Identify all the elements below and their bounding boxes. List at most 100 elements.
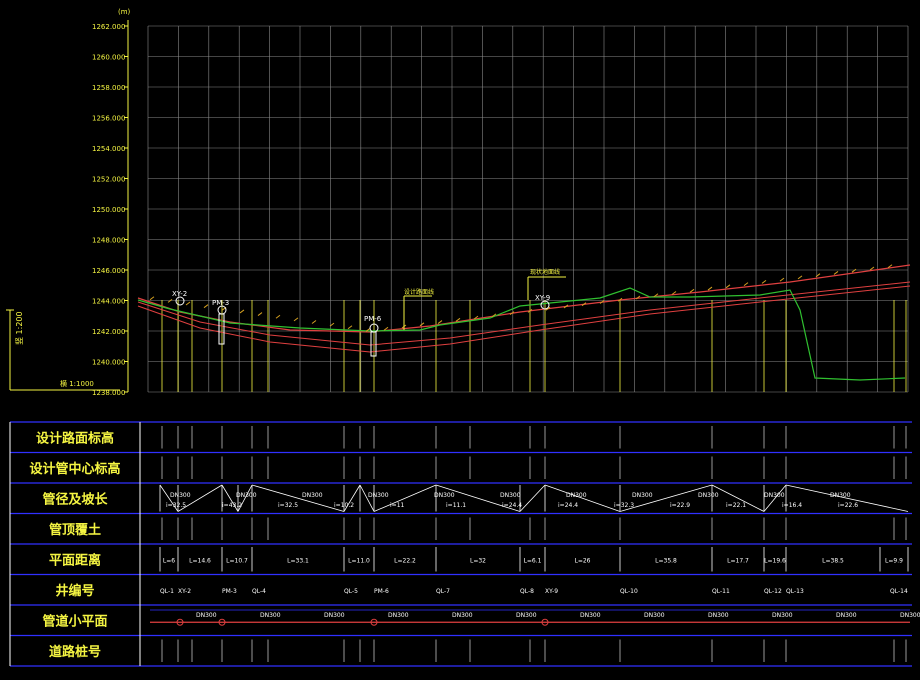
y-tick-label: 1248.000 (92, 237, 125, 245)
hatch-mark (689, 288, 695, 293)
slope-value: i=16.4 (782, 502, 802, 509)
slope-value: i=22.1 (726, 502, 746, 509)
hatch-mark (275, 314, 281, 319)
y-tick-label: 1246.000 (92, 267, 125, 275)
well-id: QL-14 (890, 588, 908, 595)
pipe-diameter: DN300 (500, 492, 521, 499)
hatch-mark (149, 296, 155, 301)
row-label: 道路桩号 (49, 644, 101, 660)
well-label: PM-3 (212, 299, 229, 307)
plan-distance: L=11.0 (348, 557, 370, 564)
plan-distance: L=9.9 (885, 557, 903, 564)
pipe-diameter: DN300 (434, 492, 455, 499)
annotation-road-line: 设计路面线 (403, 288, 434, 330)
hatch-mark (185, 301, 191, 306)
row-label: 井编号 (55, 583, 94, 599)
annotation-text: 现状地面线 (530, 268, 560, 276)
y-tick-label: 1252.000 (92, 176, 125, 184)
hatch-mark (851, 268, 857, 273)
data-table: 设计路面标高设计管中心标高管径及坡长管顶覆土平面距离井编号管道小平面道路桩号 DN… (9, 421, 920, 667)
plan-pipe-label: DN300 (516, 612, 537, 619)
well-id: PM-6 (374, 588, 389, 595)
hatch-mark (707, 286, 713, 291)
y-tick-label: 1240.000 (92, 359, 125, 367)
pipe-diameter: DN300 (566, 492, 587, 499)
plan-pipe-label: DN300 (772, 612, 793, 619)
well-id: PM-3 (222, 588, 237, 595)
slope-line (519, 484, 546, 512)
hatch-mark (725, 284, 731, 289)
horizontal-scale-label: 横 1:1000 (60, 379, 94, 388)
plan-distance: L=14.6 (189, 557, 211, 564)
y-tick-label: 1258.000 (92, 84, 125, 92)
plan-distance: L=32 (470, 557, 486, 564)
pipe-diameter: DN300 (368, 492, 389, 499)
y-tick-label: 1250.000 (92, 206, 125, 214)
hatch-mark (257, 312, 263, 316)
y-tick-label: 1242.000 (92, 328, 125, 336)
slope-value: i=22.9 (670, 502, 690, 509)
slope-value: i=11 (390, 502, 405, 509)
well-id: QL-10 (620, 588, 638, 595)
plan-distance: L=35.8 (655, 557, 677, 564)
well-id: QL-13 (786, 588, 804, 595)
plan-pipe-label: DN300 (580, 612, 601, 619)
hatch-mark (203, 304, 209, 309)
well-xy-9[interactable]: XY-9 (535, 294, 550, 310)
well-id: QL-1 (160, 588, 174, 595)
elevation-unit: (m) (118, 8, 131, 16)
profile-grid (147, 25, 909, 393)
well-id: QL-7 (436, 588, 450, 595)
elevation-axis: (m) 1262.000 1260.000 1258.000 1256.000 1254… (92, 8, 131, 397)
pipe-diameter: DN300 (170, 492, 191, 499)
row-label: 管顶覆土 (49, 522, 101, 538)
slope-value: i=24.4 (502, 502, 522, 509)
hatch-mark (743, 282, 749, 286)
hatch-mark (167, 298, 173, 303)
hatch-mark (437, 320, 443, 324)
well-id: QL-11 (712, 588, 730, 595)
profile-lines (137, 264, 911, 381)
plan-distance: L=10.7 (226, 557, 248, 564)
well-id: QL-12 (764, 588, 782, 595)
station-lines (161, 300, 907, 392)
well-label: XY-9 (535, 294, 550, 302)
pipe-diameter: DN300 (830, 492, 851, 499)
plan-pipe-label: DN300 (388, 612, 409, 619)
plan-pipe-label: DN300 (900, 612, 920, 619)
slope-value: i=22.6 (838, 502, 858, 509)
hatch-mark (869, 266, 875, 271)
pipe-diameter: DN300 (302, 492, 323, 499)
pipe-diameter: DN300 (764, 492, 785, 499)
well-label: PM-6 (364, 315, 382, 323)
y-tick-label: 1256.000 (92, 115, 125, 123)
plan-distance: L=19.6 (764, 557, 786, 564)
road-hatching (149, 264, 893, 332)
well-id: QL-5 (344, 588, 358, 595)
plan-distance: L=38.5 (822, 557, 844, 564)
well-id: XY-2 (178, 588, 191, 595)
well-pm-6[interactable]: PM-6 (364, 315, 382, 357)
plan-pipe-label: DN300 (708, 612, 729, 619)
well-xy-2[interactable]: XY-2 (172, 290, 187, 306)
well-id: XY-9 (545, 588, 558, 595)
cad-profile-drawing: (m) 1262.000 1260.000 1258.000 1256.000 1254… (6, 8, 920, 667)
hatch-mark (833, 271, 839, 275)
well-label: XY-2 (172, 290, 187, 298)
well-id: QL-8 (520, 588, 534, 595)
pipe-top-line (137, 281, 911, 346)
row-label: 设计管中心标高 (29, 461, 120, 477)
pipe-diameter: DN300 (236, 492, 257, 499)
y-tick-label: 1260.000 (92, 54, 125, 62)
plan-pipe-label: DN300 (324, 612, 345, 619)
plan-distance: L=22.2 (394, 557, 416, 564)
y-tick-label: 1254.000 (92, 145, 125, 153)
row-label: 管道小平面 (42, 613, 107, 629)
hatch-mark (239, 309, 245, 314)
slope-value: i=32.5 (278, 502, 298, 509)
vertical-scale: 竖 1:200 (6, 309, 24, 390)
plan-pipe-label: DN300 (452, 612, 473, 619)
hatch-mark (761, 279, 767, 284)
slope-value: i=10.2 (334, 502, 354, 509)
row-label: 平面距离 (49, 552, 101, 568)
